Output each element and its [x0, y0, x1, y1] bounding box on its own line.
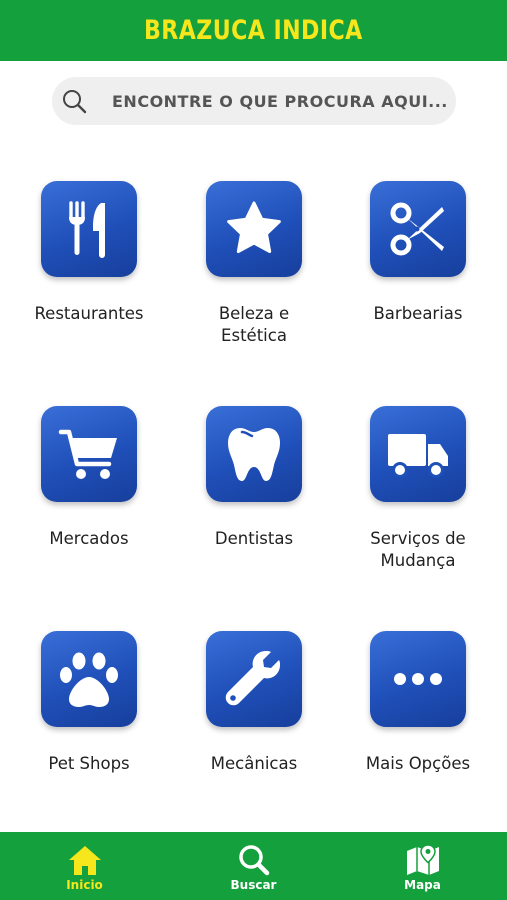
category-icon-box: [206, 181, 302, 277]
search-icon: [63, 90, 87, 114]
fork-knife-icon: [69, 201, 105, 258]
paw-icon: [60, 652, 118, 707]
category-label: Serviços de Mudança: [370, 529, 466, 570]
search-bar[interactable]: [52, 77, 456, 125]
category-label: Restaurantes: [34, 304, 144, 323]
shopping-cart-icon: [58, 429, 117, 479]
nav-label: Buscar: [230, 878, 277, 892]
category-icon-box: [41, 406, 137, 502]
category-icon-box: [41, 631, 137, 727]
category-dentistas[interactable]: Dentistas: [174, 406, 334, 550]
search-input[interactable]: [112, 77, 446, 125]
wrench-icon: [225, 651, 280, 706]
bottom-nav: Inicio Buscar Mapa: [0, 832, 507, 900]
nav-label: Inicio: [66, 878, 103, 892]
category-pet-shops[interactable]: Pet Shops: [9, 631, 169, 775]
category-mecanicas[interactable]: Mecânicas: [174, 631, 334, 775]
category-barbearias[interactable]: Barbearias: [338, 181, 498, 325]
category-label: Pet Shops: [48, 754, 130, 773]
category-label: Mecânicas: [210, 754, 298, 773]
category-icon-box: [370, 181, 466, 277]
nav-item-buscar[interactable]: Buscar: [169, 832, 338, 900]
category-label: Barbearias: [373, 304, 463, 323]
home-icon: [68, 846, 101, 875]
category-icon-box: [370, 406, 466, 502]
category-mercados[interactable]: Mercados: [9, 406, 169, 550]
category-restaurantes[interactable]: Restaurantes: [9, 181, 169, 325]
category-servicos-mudanca[interactable]: Serviços de Mudança: [338, 406, 498, 572]
nav-item-mapa[interactable]: Mapa: [338, 832, 507, 900]
nav-item-inicio[interactable]: Inicio: [0, 832, 169, 900]
category-icon-box: [370, 631, 466, 727]
category-label: Dentistas: [214, 529, 294, 548]
app-title: BRAZUCA INDICA: [144, 15, 363, 46]
truck-icon: [388, 434, 448, 478]
category-icon-box: [206, 631, 302, 727]
category-icon-box: [41, 181, 137, 277]
category-label: Mais Opções: [365, 754, 471, 773]
category-beleza-estetica[interactable]: Beleza e Estética: [174, 181, 334, 347]
app-header: BRAZUCA INDICA: [0, 0, 507, 61]
nav-label: Mapa: [404, 878, 441, 892]
map-icon: [406, 844, 439, 875]
tooth-icon: [228, 428, 280, 481]
category-mais-opcoes[interactable]: Mais Opções: [338, 631, 498, 775]
scissors-icon: [390, 202, 444, 256]
more-dots-icon: [394, 673, 442, 685]
search-icon: [238, 845, 269, 876]
category-icon-box: [206, 406, 302, 502]
category-label: Mercados: [49, 529, 129, 548]
star-icon: [227, 201, 281, 253]
category-label: Beleza e Estética: [218, 304, 290, 345]
